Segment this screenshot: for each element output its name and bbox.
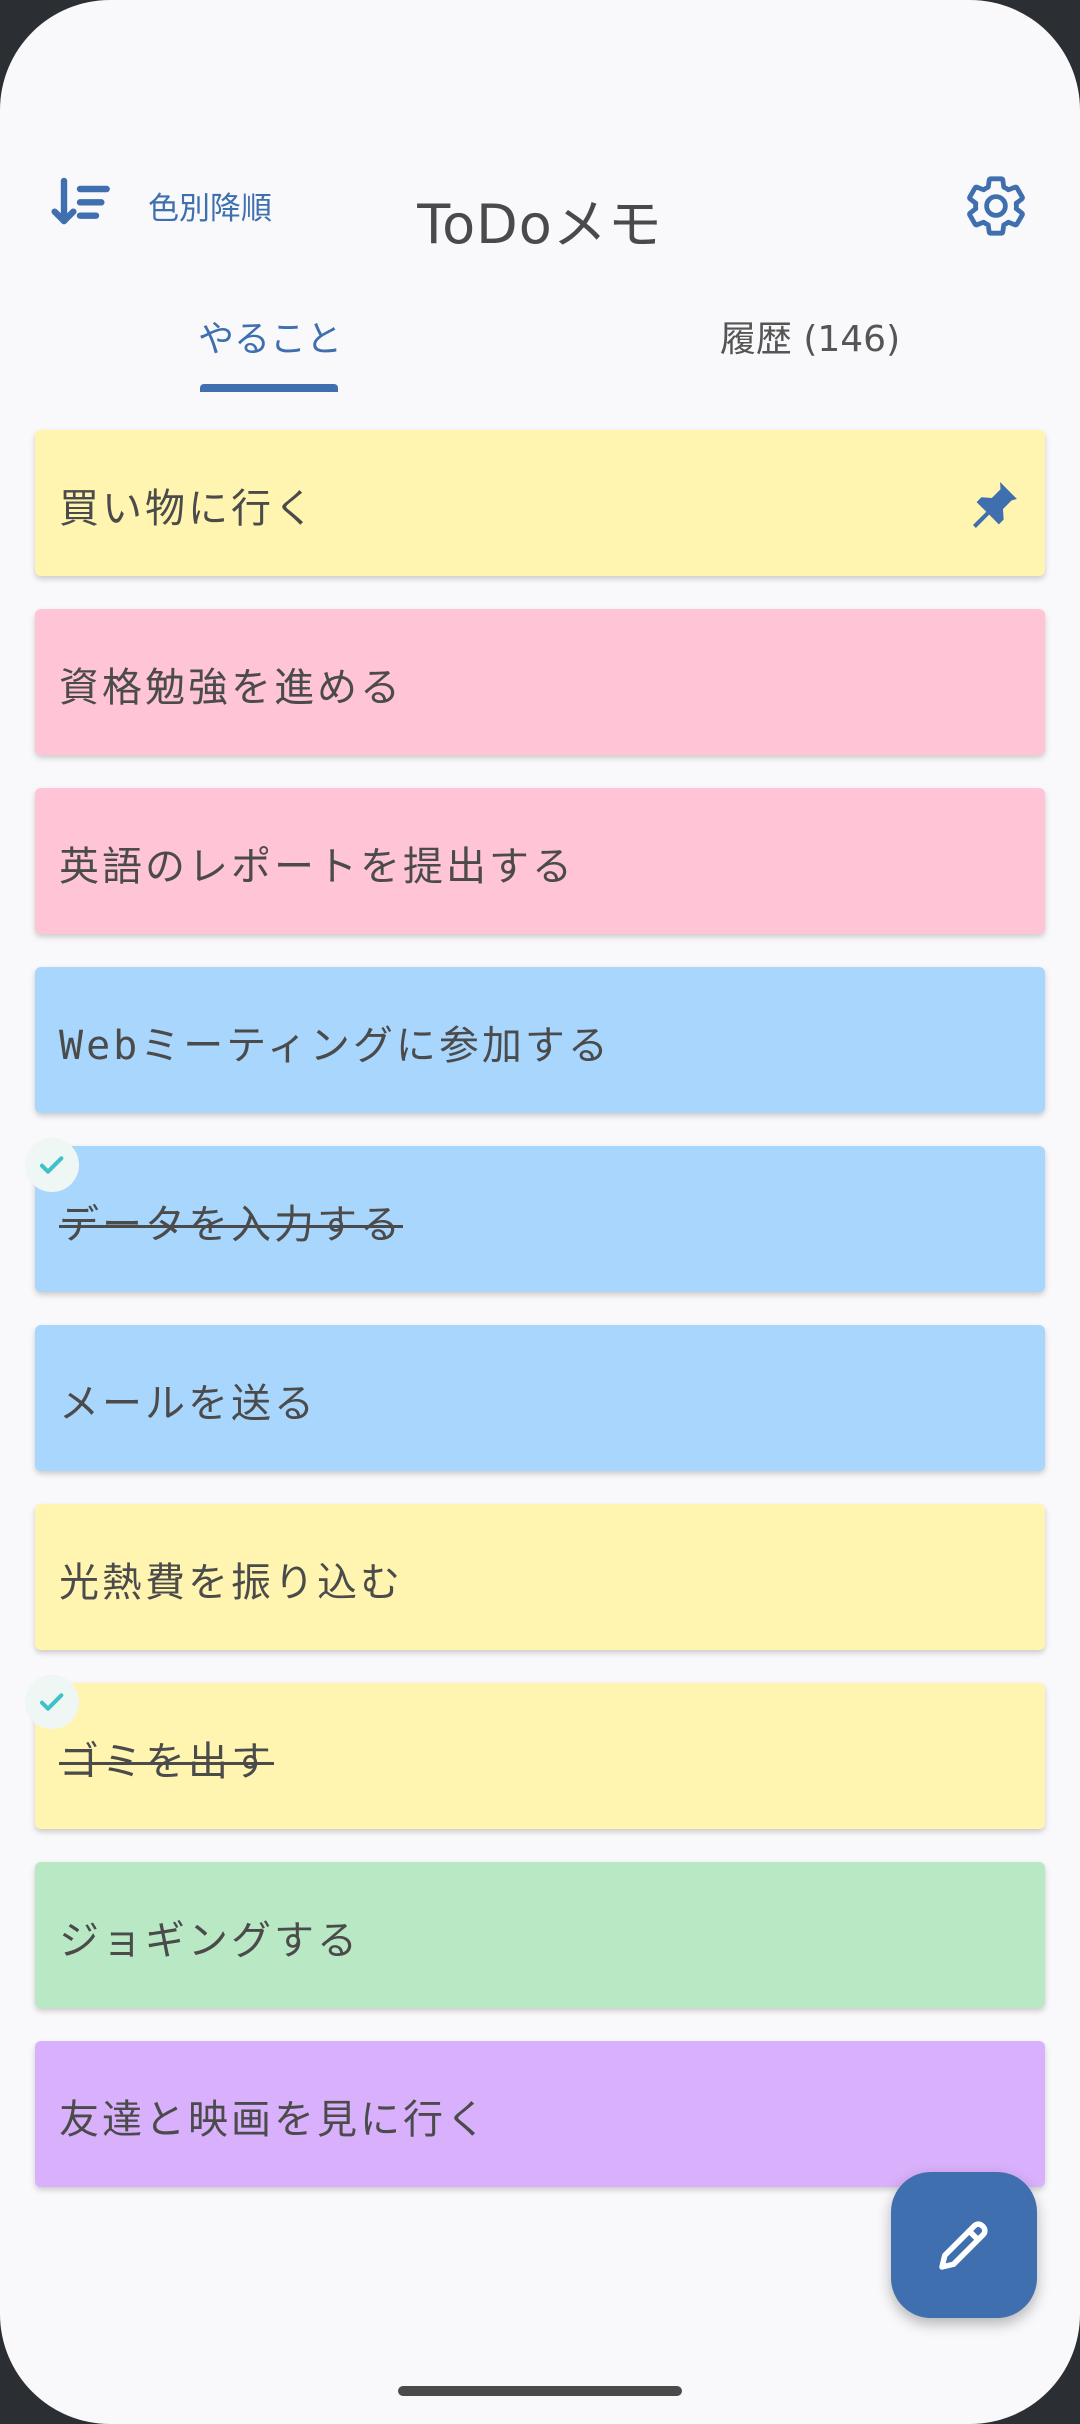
- todo-text: 買い物に行く: [59, 486, 317, 532]
- todo-list: 買い物に行く資格勉強を進める英語のレポートを提出する Webミーティングに参加する…: [25, 430, 1045, 2220]
- todo-text: 英語のレポートを提出する: [59, 844, 575, 890]
- todo-text: 友達と映画を見に行く: [59, 2097, 489, 2143]
- todo-text: ジョギングする: [59, 1918, 360, 1964]
- todo-card[interactable]: Webミーティングに参加する: [35, 967, 1045, 1113]
- todo-text: 資格勉強を進める: [59, 665, 403, 711]
- todo-text: データを入力する: [59, 1202, 403, 1248]
- pencil-icon: [939, 2221, 988, 2270]
- todo-text: 光熱費を振り込む: [59, 1560, 403, 1606]
- tab-history[interactable]: 履歴 (146): [660, 290, 960, 394]
- pin-icon[interactable]: [965, 476, 1023, 534]
- todo-card[interactable]: 資格勉強を進める: [35, 609, 1045, 755]
- todo-text: Webミーティングに参加する: [59, 1023, 611, 1069]
- page-title: ToDoメモ: [417, 193, 663, 256]
- todo-card[interactable]: 友達と映画を見に行く: [35, 2041, 1045, 2187]
- todo-card[interactable]: メールを送る: [35, 1325, 1045, 1471]
- todo-card[interactable]: 買い物に行く: [35, 430, 1045, 576]
- completed-badge[interactable]: [25, 1138, 79, 1192]
- home-indicator: [398, 2386, 682, 2396]
- tab-todo-label: やること: [197, 319, 342, 360]
- todo-card[interactable]: 英語のレポートを提出する: [35, 788, 1045, 934]
- todo-card[interactable]: 光熱費を振り込む: [35, 1504, 1045, 1650]
- settings-button[interactable]: [962, 172, 1030, 240]
- new-memo-button[interactable]: [891, 2172, 1037, 2318]
- completed-badge[interactable]: [25, 1675, 79, 1729]
- tab-history-label: 履歴 (146): [719, 319, 901, 360]
- todo-card[interactable]: ゴミを出す: [25, 1675, 1045, 1829]
- check-icon: [40, 1693, 64, 1711]
- todo-text: ゴミを出す: [59, 1739, 274, 1785]
- top-app-bar: 色別降順 ToDoメモ: [0, 150, 1080, 260]
- todo-card[interactable]: ジョギングする: [35, 1862, 1045, 2008]
- screen: 色別降順 ToDoメモ やること 履歴 (146) 買い物に行く資格勉強を進める…: [0, 0, 1080, 2424]
- tab-todo[interactable]: やること: [130, 290, 410, 394]
- check-icon: [40, 1156, 64, 1174]
- gear-icon: [967, 176, 1025, 236]
- todo-text: メールを送る: [59, 1381, 317, 1427]
- todo-card[interactable]: データを入力する: [25, 1138, 1045, 1292]
- tab-indicator: [200, 384, 338, 392]
- tab-bar: やること 履歴 (146): [0, 290, 1080, 394]
